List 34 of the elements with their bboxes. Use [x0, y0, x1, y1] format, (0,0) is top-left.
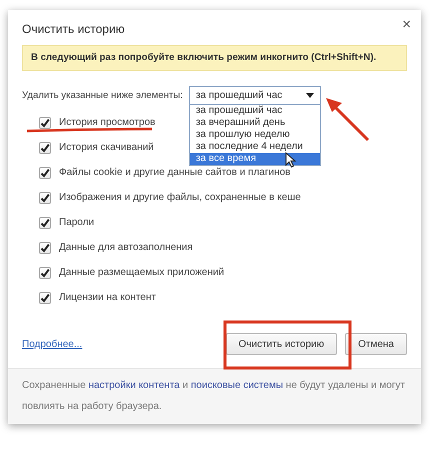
- dropdown-option[interactable]: за все время: [190, 153, 320, 165]
- dropdown-option[interactable]: за прошедший час: [190, 105, 320, 117]
- settings-link[interactable]: поисковые системы: [190, 380, 284, 391]
- checkbox-label: Изображения и другие файлы, сохраненные в кеше: [59, 192, 301, 203]
- checkbox[interactable]: [39, 192, 51, 204]
- dropdown-option[interactable]: за вчерашний день: [190, 117, 320, 129]
- checkbox[interactable]: [39, 266, 51, 278]
- time-range-select[interactable]: за прошедший час: [188, 86, 321, 105]
- more-link[interactable]: Подробнее...: [22, 338, 82, 350]
- checkbox-label: Файлы cookie и другие данные сайтов и плагинов: [59, 167, 290, 178]
- checkbox[interactable]: [39, 216, 51, 228]
- dialog-title: Очистить историю: [22, 22, 126, 37]
- checkbox-label: Данные для автозаполнения: [59, 242, 193, 253]
- checkbox[interactable]: [39, 242, 51, 254]
- settings-link[interactable]: настройки контента: [88, 380, 180, 391]
- footer-note: Сохраненные настройки контента и поисковые системы не будут удалены и могут повлиять на работу браузера.: [8, 368, 421, 424]
- clear-history-button[interactable]: Очистить историю: [226, 333, 338, 355]
- dropdown-option[interactable]: за последние 4 недели: [190, 141, 320, 153]
- checkbox[interactable]: [39, 166, 51, 178]
- checkbox-label: Данные размещаемых приложений: [59, 267, 224, 278]
- close-button[interactable]: ×: [402, 16, 411, 33]
- dropdown-option[interactable]: за прошлую неделю: [190, 129, 320, 141]
- checkbox-label: Пароли: [59, 217, 94, 228]
- cancel-button[interactable]: Отмена: [345, 333, 407, 355]
- checkbox-label: История просмотров: [59, 117, 156, 128]
- checkbox[interactable]: [39, 142, 51, 154]
- arrow: [326, 98, 370, 142]
- checkbox[interactable]: [39, 292, 51, 304]
- dropdown-arrow-icon: [306, 93, 314, 98]
- checkbox[interactable]: [39, 116, 51, 128]
- time-range-label: Удалить указанные ниже элементы:: [22, 90, 183, 101]
- checkbox-label: Лицензии на контент: [59, 292, 156, 303]
- checkbox-label: История скачиваний: [59, 142, 154, 153]
- incognito-tip: В следующий раз попробуйте включить режим инкогнито (Ctrl+Shift+N).: [22, 45, 407, 71]
